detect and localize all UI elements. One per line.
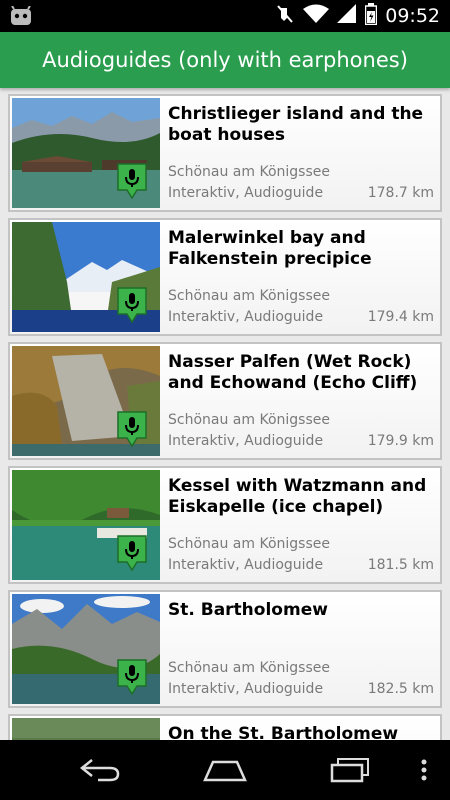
- page-title: Audioguides (only with earphones): [42, 48, 408, 72]
- status-time: 09:52: [385, 5, 440, 27]
- audioguide-marker-icon: [116, 658, 148, 696]
- navigation-bar: [0, 740, 450, 800]
- thumbnail-image: [12, 718, 160, 740]
- guide-type: Interaktiv, Audioguide: [168, 557, 324, 573]
- back-icon[interactable]: [72, 752, 128, 788]
- guide-type: Interaktiv, Audioguide: [168, 681, 324, 697]
- wifi-icon: [303, 4, 330, 28]
- guide-distance: 181.5 km: [367, 557, 434, 573]
- list-item[interactable]: Malerwinkel bay and Falkenstein precipic…: [8, 218, 442, 336]
- guide-type: Interaktiv, Audioguide: [168, 309, 324, 325]
- guide-type: Interaktiv, Audioguide: [168, 185, 324, 201]
- guide-location: Schönau am Königssee: [168, 164, 330, 180]
- list-item[interactable]: On the St. Bartholomew: [8, 714, 442, 740]
- signal-icon: [337, 4, 357, 28]
- thumbnail-image: [12, 470, 160, 580]
- thumbnail-image: [12, 346, 160, 456]
- guide-location: Schönau am Königssee: [168, 288, 330, 304]
- guide-distance: 179.9 km: [367, 433, 434, 449]
- guide-title: Kessel with Watzmann and Eiskapelle (ice…: [168, 476, 427, 517]
- guide-title: Nasser Palfen (Wet Rock) and Echowand (E…: [168, 352, 418, 393]
- home-icon[interactable]: [197, 752, 253, 788]
- status-bar: 09:52: [0, 0, 450, 32]
- guide-title: Christlieger island and the boat houses: [168, 104, 424, 145]
- guide-distance: 179.4 km: [367, 309, 434, 325]
- recent-apps-icon[interactable]: [322, 752, 378, 788]
- guide-location: Schönau am Königssee: [168, 536, 330, 552]
- thumbnail-image: [12, 98, 160, 208]
- guide-location: Schönau am Königssee: [168, 660, 330, 676]
- guide-title: On the St. Bartholomew: [168, 724, 399, 740]
- audioguide-marker-icon: [116, 534, 148, 572]
- audioguide-marker-icon: [116, 410, 148, 448]
- mute-icon: [275, 4, 295, 28]
- audioguide-marker-icon: [116, 286, 148, 324]
- list-item[interactable]: Christlieger island and the boat houses …: [8, 94, 442, 212]
- audioguide-list[interactable]: Christlieger island and the boat houses …: [0, 88, 450, 740]
- list-item[interactable]: St. Bartholomew Schönau am Königssee Int…: [8, 590, 442, 708]
- thumbnail-image: [12, 222, 160, 332]
- guide-title: Malerwinkel bay and Falkenstein precipic…: [168, 228, 372, 269]
- list-item[interactable]: Nasser Palfen (Wet Rock) and Echowand (E…: [8, 342, 442, 460]
- guide-location: Schönau am Königssee: [168, 412, 330, 428]
- list-item[interactable]: Kessel with Watzmann and Eiskapelle (ice…: [8, 466, 442, 584]
- overflow-menu-icon[interactable]: [398, 752, 450, 788]
- battery-icon: [364, 3, 378, 29]
- audioguide-marker-icon: [116, 162, 148, 200]
- guide-title: St. Bartholomew: [168, 600, 328, 620]
- guide-type: Interaktiv, Audioguide: [168, 433, 324, 449]
- app-bar: Audioguides (only with earphones): [0, 32, 450, 88]
- thumbnail-image: [12, 594, 160, 704]
- guide-distance: 182.5 km: [367, 681, 434, 697]
- android-debug-icon: [10, 5, 32, 26]
- guide-distance: 178.7 km: [367, 185, 434, 201]
